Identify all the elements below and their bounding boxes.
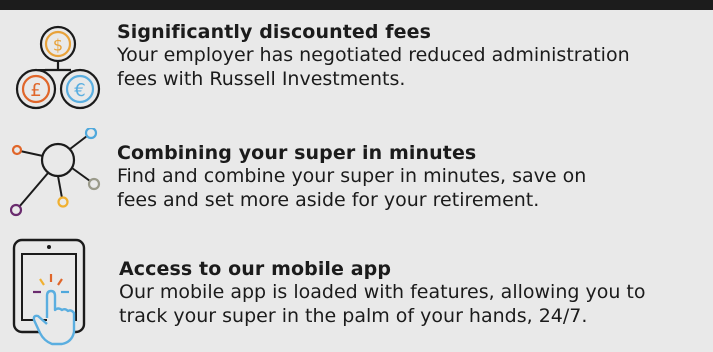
- svg-text:€: €: [74, 80, 85, 101]
- feature-description-line: fees and set more aside for your retirem…: [117, 189, 540, 211]
- feature-combine-super: Combining your super in minutes Find and…: [0, 126, 713, 228]
- feature-description-line: Our mobile app is loaded with features, …: [119, 281, 646, 303]
- top-bar: [0, 0, 713, 10]
- currency-coins-icon: $ £ €: [10, 24, 106, 110]
- feature-title: Access to our mobile app: [119, 258, 392, 280]
- tablet-touch-icon: [10, 238, 96, 348]
- feature-description-line: fees with Russell Investments.: [117, 68, 406, 90]
- svg-text:$: $: [53, 36, 63, 55]
- feature-description-line: track your super in the palm of your han…: [119, 305, 588, 327]
- feature-discounted-fees: $ £ € Significantly discounted fees Your…: [0, 10, 713, 110]
- feature-title: Significantly discounted fees: [117, 21, 432, 43]
- feature-description-line: Your employer has negotiated reduced adm…: [117, 44, 630, 66]
- network-nodes-icon: [9, 126, 106, 220]
- feature-title: Combining your super in minutes: [117, 142, 477, 164]
- svg-text:£: £: [30, 80, 41, 101]
- feature-description-line: Find and combine your super in minutes, …: [117, 165, 587, 187]
- feature-mobile-app: Access to our mobile app Our mobile app …: [0, 228, 713, 350]
